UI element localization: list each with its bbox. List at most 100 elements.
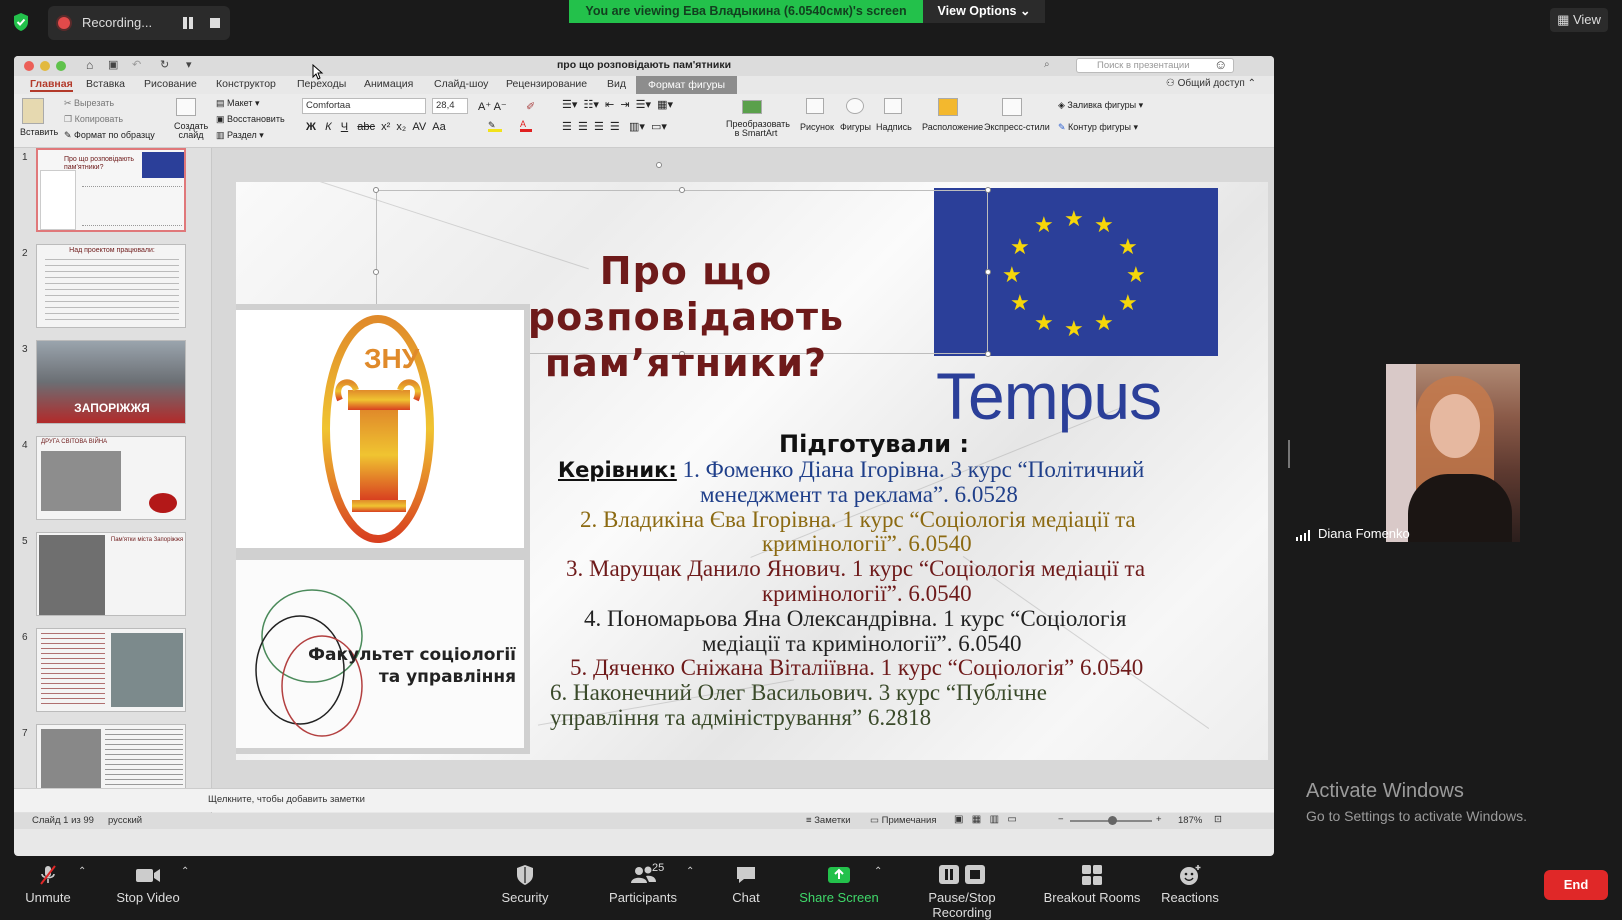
participants-button[interactable]: 25 Participants <box>598 856 688 912</box>
ribbon-tabs: Главная Вставка Рисование Конструктор Пе… <box>14 76 1274 94</box>
tab-draw[interactable]: Рисование <box>144 78 197 90</box>
share-options-chevron-icon[interactable]: ⌃ <box>874 866 882 877</box>
resize-handle[interactable] <box>985 269 991 275</box>
quick-styles-label[interactable]: Экспресс-стили <box>984 122 1050 132</box>
paste-label[interactable]: Вставить <box>20 127 58 137</box>
unmute-label: Unmute <box>25 890 71 905</box>
resize-handle[interactable] <box>373 187 379 193</box>
star-icon: ★ <box>1064 316 1084 341</box>
paste-icon[interactable] <box>22 98 44 124</box>
font-grow-icon[interactable]: A⁺ A⁻ <box>478 100 507 113</box>
font-color-icon[interactable]: A <box>520 119 532 132</box>
participant-video-tile[interactable] <box>1386 364 1520 542</box>
resize-handle[interactable] <box>985 351 991 357</box>
tab-view[interactable]: Вид <box>607 78 626 90</box>
tab-insert[interactable]: Вставка <box>86 78 125 90</box>
new-slide-icon[interactable] <box>176 98 196 116</box>
picture-icon[interactable] <box>806 98 824 114</box>
share-screen-button[interactable]: Share Screen <box>796 856 882 912</box>
chat-button[interactable]: Chat <box>718 856 774 912</box>
thumbnail-slide-5[interactable]: 5 Пам'ятки міста Запоріжжя <box>14 532 211 624</box>
video-options-chevron-icon[interactable]: ⌃ <box>181 866 189 877</box>
resize-handle[interactable] <box>679 187 685 193</box>
breakout-rooms-button[interactable]: Breakout Rooms <box>1040 856 1144 912</box>
tab-shape-format[interactable]: Формат фигуры <box>636 76 738 94</box>
shape-outline-button[interactable]: ✎ Контур фигуры ▾ <box>1058 122 1138 133</box>
notes-toggle[interactable]: ≡ Заметки <box>806 815 851 826</box>
picture-label[interactable]: Рисунок <box>800 122 834 132</box>
align-buttons[interactable]: ☰ ☰ ☰ ☰ ▥▾ ▭▾ <box>562 120 667 133</box>
quick-styles-icon[interactable] <box>1002 98 1022 116</box>
shapes-label[interactable]: Фигуры <box>840 122 871 132</box>
pause-recording-icon[interactable] <box>182 17 194 29</box>
resize-handle[interactable] <box>373 269 379 275</box>
language-indicator[interactable]: русский <box>108 815 142 826</box>
font-style-buttons[interactable]: Ж К Ч abc x² x₂ AV Aa <box>306 121 446 133</box>
tab-animations[interactable]: Анимация <box>364 78 413 90</box>
arrange-icon[interactable] <box>938 98 958 116</box>
thumbnail-slide-2[interactable]: 2 Над проектом працювали: <box>14 244 211 336</box>
thumbnail-slide-6[interactable]: 6 <box>14 628 211 720</box>
smartart-icon[interactable] <box>742 100 762 114</box>
new-slide-label[interactable]: Создать слайд <box>174 122 208 140</box>
zoom-level[interactable]: 187% <box>1178 815 1202 826</box>
reset-button[interactable]: ▣ Восстановить <box>216 114 285 125</box>
share-button[interactable]: ⚇ Общий доступ ⌃ <box>1166 78 1256 89</box>
notes-pane[interactable]: Щелкните, чтобы добавить заметки <box>14 788 1274 812</box>
tab-review[interactable]: Рецензирование <box>506 78 587 90</box>
format-painter-button[interactable]: ✎ Формат по образцу <box>64 130 155 141</box>
copy-button[interactable]: ❐ Копировать <box>64 114 123 125</box>
participants-options-chevron-icon[interactable]: ⌃ <box>686 866 694 877</box>
end-meeting-button[interactable]: End <box>1544 870 1608 900</box>
highlight-icon[interactable]: ✎ <box>488 120 502 132</box>
tab-home[interactable]: Главная <box>30 78 73 92</box>
fit-window-icon[interactable]: ⊡ <box>1214 814 1222 825</box>
view-options-button[interactable]: View Options ⌄ <box>923 0 1045 23</box>
thumbnail-slide-4[interactable]: 4 ДРУГА СВІТОВА ВІЙНА <box>14 436 211 528</box>
slide-thumbnails-panel[interactable]: 1 Про що розповідають пам'ятники? 2 Над … <box>14 148 212 828</box>
font-size-select[interactable]: 28,4 <box>432 98 468 114</box>
star-icon: ★ <box>1010 290 1030 315</box>
audio-options-chevron-icon[interactable]: ⌃ <box>78 866 86 877</box>
panel-resize-handle[interactable] <box>1288 440 1290 468</box>
font-family-select[interactable]: Comfortaa <box>302 98 426 114</box>
zoom-top-bar: Recording... You are viewing Ева Владыки… <box>0 0 1622 50</box>
thumbnail-caption: ЗАПОРІЖЖЯ <box>74 401 150 415</box>
zoom-out-icon[interactable]: − <box>1058 814 1064 825</box>
view-mode-icons[interactable]: ▣ ▦ ▥ ▭ <box>954 814 1017 825</box>
smartart-label[interactable]: Преобразовать в SmartArt <box>726 120 790 138</box>
arrange-label[interactable]: Расположение <box>922 122 983 132</box>
shapes-icon[interactable] <box>846 98 864 114</box>
search-input[interactable]: Поиск в презентации <box>1076 58 1234 73</box>
tab-slideshow[interactable]: Слайд-шоу <box>434 78 488 90</box>
security-button[interactable]: Security <box>494 856 556 912</box>
tab-design[interactable]: Конструктор <box>216 78 276 90</box>
stop-recording-icon[interactable] <box>210 18 220 28</box>
thumbnail-slide-1[interactable]: 1 Про що розповідають пам'ятники? <box>14 148 211 240</box>
comments-toggle[interactable]: ▭ Примечания <box>870 815 936 826</box>
video-camera-icon <box>136 869 160 882</box>
resize-handle[interactable] <box>985 187 991 193</box>
textbox-label[interactable]: Надпись <box>876 122 912 132</box>
unmute-button[interactable]: Unmute <box>20 856 76 912</box>
pause-stop-recording-button[interactable]: Pause/Stop Recording <box>898 856 1026 920</box>
rotate-handle[interactable] <box>656 162 662 168</box>
zoom-in-icon[interactable]: + <box>1156 814 1162 825</box>
slide-editor[interactable]: ★ ★ ★ ★ ★ ★ ★ ★ ★ ★ ★ ★ Tempus Про що ро… <box>212 148 1274 788</box>
thumbnail-slide-3[interactable]: 3 ЗАПОРІЖЖЯ <box>14 340 211 432</box>
list-buttons[interactable]: ☰▾ ☷▾ ⇤ ⇥ ☰▾ ▦▾ <box>562 98 673 111</box>
reactions-button[interactable]: Reactions <box>1156 856 1224 912</box>
layout-button[interactable]: ▤ Макет ▾ <box>216 98 260 109</box>
clear-format-icon[interactable]: ✐ <box>526 100 535 113</box>
section-button[interactable]: ▥ Раздел ▾ <box>216 130 264 141</box>
zoom-slider-thumb[interactable] <box>1108 816 1117 825</box>
textbox-icon[interactable] <box>884 98 902 114</box>
stop-video-button[interactable]: Stop Video <box>110 856 186 912</box>
account-icon[interactable]: ☺ <box>1214 57 1227 72</box>
slide-canvas[interactable]: ★ ★ ★ ★ ★ ★ ★ ★ ★ ★ ★ ★ Tempus Про що ро… <box>236 182 1268 760</box>
shape-fill-button[interactable]: ◈ Заливка фигуры ▾ <box>1058 100 1143 111</box>
cut-button[interactable]: ✂ Вырезать <box>64 98 114 109</box>
star-icon: ★ <box>1094 212 1114 237</box>
authors-list[interactable]: Керівник: 1. Фоменко Діана Ігорівна. 3 к… <box>550 457 1260 731</box>
view-button[interactable]: ▦ View <box>1550 8 1608 32</box>
